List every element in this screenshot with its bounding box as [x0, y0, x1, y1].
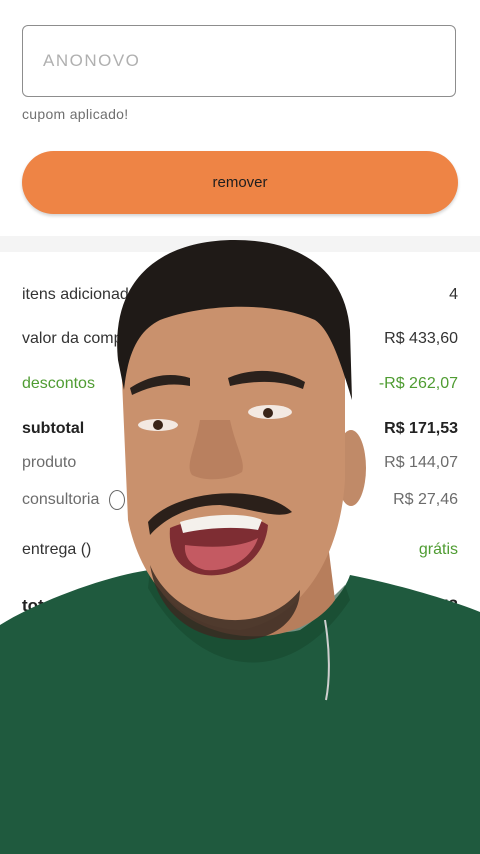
product-label: produto [22, 454, 77, 471]
summary-row-product: produto R$ 144,07 [22, 454, 458, 472]
summary-row-consultancy: consultoria R$ 27,46 [22, 490, 458, 510]
total-value: R$ 171,53 [379, 596, 458, 615]
consultancy-label: consultoria [22, 491, 100, 509]
coupon-status-text: cupom aplicado! [22, 106, 129, 122]
delivery-label: entrega () [22, 541, 92, 558]
subtotal-label: subtotal [22, 420, 85, 437]
subtotal-value: R$ 171,53 [384, 420, 458, 437]
summary-row-items: itens adicionados 4 [22, 286, 458, 304]
summary-row-discounts: descontos -R$ 262,07 [22, 375, 458, 393]
summary-row-purchase: valor da compra R$ 433,60 [22, 330, 458, 348]
coupon-code: ANONOVO [43, 51, 141, 70]
remove-coupon-label: remover [212, 174, 268, 191]
items-label: itens adicionados [22, 286, 146, 303]
consultancy-value: R$ 27,46 [393, 491, 458, 508]
purchase-label: valor da compra [22, 330, 137, 347]
consultancy-label-wrap: consultoria [22, 490, 126, 510]
summary-row-subtotal: subtotal R$ 171,53 [22, 420, 458, 438]
purchase-value: R$ 433,60 [384, 330, 458, 347]
info-icon[interactable] [109, 490, 126, 510]
total-label: total [22, 596, 58, 615]
discounts-value: -R$ 262,07 [378, 375, 458, 392]
coupon-input[interactable]: ANONOVO [22, 25, 456, 97]
summary-row-delivery: entrega () grátis [22, 541, 458, 559]
discounts-label: descontos [22, 375, 95, 392]
remove-coupon-button[interactable]: remover [22, 151, 458, 214]
summary-row-total: total R$ 171,53 [22, 596, 458, 616]
delivery-value: grátis [418, 541, 458, 558]
product-value: R$ 144,07 [384, 454, 458, 471]
items-value: 4 [449, 286, 458, 303]
section-divider [0, 236, 480, 252]
